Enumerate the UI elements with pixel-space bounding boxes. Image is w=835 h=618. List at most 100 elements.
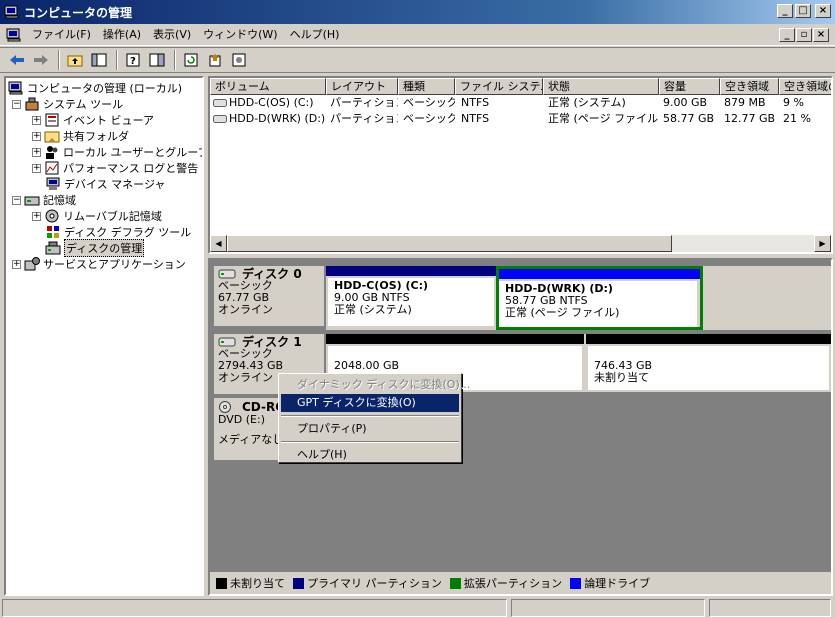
cell-status: 正常 (システム) <box>548 96 626 109</box>
tree-item-system-tools[interactable]: − システム ツール <box>12 96 123 112</box>
column-header-free-space[interactable]: 空き領域 <box>720 78 779 95</box>
disk-management-icon <box>45 241 61 255</box>
tree-item-shared-folders[interactable]: + 共有フォルダ <box>32 128 129 144</box>
window-title: コンピュータの管理 <box>24 5 133 20</box>
tree-item-storage[interactable]: − 記憶域 <box>12 192 76 208</box>
mdi-minimize-button[interactable]: _ <box>779 28 795 42</box>
menu-action[interactable]: 操作(A) <box>97 25 147 45</box>
partition-status: 正常 (システム) <box>334 303 412 316</box>
legend-label: プライマリ パーティション <box>307 577 442 590</box>
properties-item[interactable]: プロパティ(P) <box>281 420 459 438</box>
properties-pane-button[interactable] <box>146 50 168 70</box>
tree-item-local-users-groups[interactable]: + ローカル ユーザーとグループ <box>32 144 204 160</box>
legend-swatch-extended <box>449 577 461 589</box>
help-button[interactable]: ? <box>122 50 144 70</box>
cell-free-percent: 21 % <box>783 112 811 125</box>
tree-item-event-viewer[interactable]: + イベント ビューア <box>32 112 154 128</box>
horizontal-scrollbar[interactable]: ◀ ▶ <box>210 235 831 252</box>
cell-free-percent: 9 % <box>783 96 804 109</box>
legend: 未割り当て プライマリ パーティション 拡張パーティション 論理ドライブ <box>210 572 831 594</box>
mdi-close-button[interactable]: × <box>813 28 829 42</box>
scroll-left-button[interactable]: ◀ <box>210 235 227 252</box>
scroll-right-button[interactable]: ▶ <box>814 235 831 252</box>
close-button[interactable]: × <box>815 4 831 18</box>
device-manager-icon <box>46 177 60 190</box>
tree-label: 記憶域 <box>43 194 76 207</box>
partition-d[interactable]: HDD-D(WRK) (D:) 58.77 GB NTFS 正常 (ページ ファ… <box>496 266 703 330</box>
menu-file[interactable]: ファイル(F) <box>26 25 97 45</box>
defrag-icon <box>47 226 59 238</box>
region-status: 未割り当て <box>594 371 649 384</box>
column-header-status[interactable]: 状態 <box>543 78 659 95</box>
services-icon <box>24 257 40 271</box>
help-item[interactable]: ヘルプ(H) <box>281 446 459 464</box>
collapse-toggle[interactable]: − <box>12 195 21 205</box>
column-header-capacity[interactable]: 容量 <box>659 78 720 95</box>
tree-label: ディスク デフラグ ツール <box>64 226 192 239</box>
maximize-button[interactable]: □ <box>795 4 811 18</box>
minimize-button[interactable]: _ <box>777 4 793 18</box>
tree-item-device-manager[interactable]: デバイス マネージャ <box>45 176 165 192</box>
help-book-icon: ? <box>126 53 140 67</box>
forward-button[interactable] <box>30 50 52 70</box>
cell-free-space: 12.77 GB <box>724 112 776 125</box>
tree-label: 共有フォルダ <box>63 130 129 143</box>
back-button[interactable] <box>6 50 28 70</box>
scroll-thumb[interactable] <box>227 235 672 252</box>
expand-toggle[interactable]: + <box>32 147 41 157</box>
tree-item-services-applications[interactable]: + サービスとアプリケーション <box>12 256 186 272</box>
toolbar-separator <box>58 50 60 70</box>
context-menu: ダイナミック ディスクに変換(O)... GPT ディスクに変換(O) プロパテ… <box>278 373 470 464</box>
cell-capacity: 9.00 GB <box>663 96 708 109</box>
column-header-layout[interactable]: レイアウト <box>326 78 398 95</box>
computer-management-icon <box>4 5 19 19</box>
menu-help[interactable]: ヘルプ(H) <box>284 25 346 45</box>
toolbar: ? <box>0 47 835 73</box>
toolbar-separator <box>174 50 176 70</box>
cell-layout: パーティション <box>330 112 398 125</box>
column-header-type[interactable]: 種類 <box>398 78 455 95</box>
disk-0-label[interactable]: ディスク 0 ベーシック 67.77 GB オンライン <box>214 266 324 326</box>
export-button[interactable] <box>204 50 226 70</box>
shared-folder-icon <box>44 131 60 143</box>
legend-label: 未割り当て <box>230 577 285 590</box>
convert-to-dynamic-disk-item[interactable]: ダイナミック ディスクに変換(O)... <box>281 376 470 394</box>
tree-item-disk-management[interactable]: ディスクの管理 <box>45 239 145 257</box>
tree-label: リムーバブル記憶域 <box>63 210 162 223</box>
mdi-restore-button[interactable]: ▫ <box>796 28 812 42</box>
pane-icon <box>149 53 165 67</box>
expand-toggle[interactable]: + <box>32 131 41 141</box>
collapse-toggle[interactable]: − <box>12 99 21 109</box>
logical-drive-bar <box>499 269 700 279</box>
disk-0-partitions: HDD-C(OS) (C:) 9.00 GB NTFS 正常 (システム) HD… <box>326 266 831 330</box>
menu-view[interactable]: 表示(V) <box>147 25 197 45</box>
tree-label: サービスとアプリケーション <box>43 258 186 271</box>
column-header-filesystem[interactable]: ファイル システム <box>455 78 543 95</box>
convert-to-gpt-disk-item[interactable]: GPT ディスクに変換(O) <box>281 394 459 412</box>
expand-toggle[interactable]: + <box>32 163 41 173</box>
tree-label: ローカル ユーザーとグループ <box>63 146 204 159</box>
settings-button[interactable] <box>228 50 250 70</box>
column-header-free-percent[interactable]: 空き領域の <box>779 78 831 95</box>
up-one-level-button[interactable] <box>64 50 86 70</box>
cell-filesystem: NTFS <box>461 96 490 109</box>
menu-window[interactable]: ウィンドウ(W) <box>197 25 283 45</box>
expand-toggle[interactable]: + <box>32 115 41 125</box>
tree-item-performance-logs[interactable]: + パフォーマンス ログと警告 <box>32 160 198 176</box>
cell-status: 正常 (ページ ファイル) <box>548 112 659 125</box>
refresh-button[interactable] <box>180 50 202 70</box>
tree-item-computer-management[interactable]: コンピュータの管理 (ローカル) <box>8 80 182 96</box>
cell-volume: HDD-D(WRK) (D:) <box>229 112 325 125</box>
console-icon[interactable] <box>6 27 22 43</box>
expand-toggle[interactable]: + <box>12 259 21 269</box>
partition-c-info: HDD-C(OS) (C:) 9.00 GB NTFS 正常 (システム) <box>328 278 494 326</box>
expand-toggle[interactable]: + <box>32 211 41 221</box>
tree-item-disk-defrag[interactable]: ディスク デフラグ ツール <box>45 224 191 240</box>
legend-swatch-unallocated <box>216 577 227 589</box>
show-hide-tree-button[interactable] <box>88 50 110 70</box>
column-header-volume[interactable]: ボリューム <box>210 78 326 95</box>
tree-pane-icon <box>91 53 107 67</box>
legend-swatch-logical <box>570 577 582 589</box>
partition-d-info: HDD-D(WRK) (D:) 58.77 GB NTFS 正常 (ページ ファ… <box>499 281 697 327</box>
tree-item-removable-storage[interactable]: + リムーバブル記憶域 <box>32 208 162 224</box>
